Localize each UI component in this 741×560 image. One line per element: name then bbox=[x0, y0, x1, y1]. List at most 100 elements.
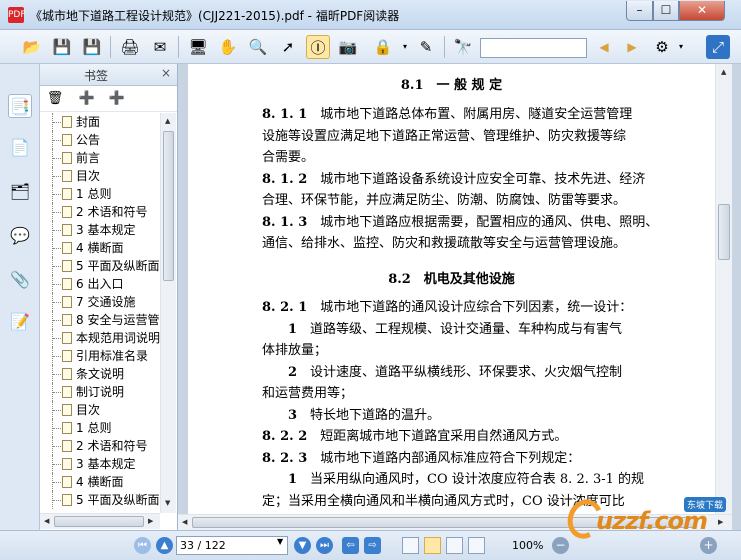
document-text-line: 8. 2. 1 城市地下道路的通风设计应综合下列因素，统一设计： bbox=[262, 297, 662, 319]
go-forward-icon[interactable]: ⇨ bbox=[364, 537, 381, 554]
bookmark-item[interactable]: 5 平面及纵断面 bbox=[40, 491, 160, 509]
print-icon[interactable]: 🖨 bbox=[118, 35, 142, 59]
save-icon[interactable]: 💾 bbox=[50, 35, 74, 59]
minimize-button[interactable]: – bbox=[626, 1, 653, 21]
scroll-left-icon[interactable]: ◀ bbox=[44, 517, 49, 525]
bookmark-item[interactable]: 2 术语和符号 bbox=[40, 203, 160, 221]
fullscreen-icon[interactable]: 🖥 bbox=[186, 35, 210, 59]
bookmark-item[interactable]: 3 基本规定 bbox=[40, 455, 160, 473]
bookmark-page-icon bbox=[62, 494, 72, 506]
bookmark-label: 前言 bbox=[76, 151, 101, 165]
title-bar: PDF 《城市地下道路工程设计规范》(CJJ221-2015).pdf - 福昕… bbox=[0, 0, 741, 30]
bookmarks-horizontal-scrollbar[interactable]: ◀ ▶ bbox=[40, 513, 160, 529]
document-view[interactable]: 8.1 一 般 规 定 8. 1. 1 城市地下道路总体布置、附属用房、隧道安全… bbox=[178, 64, 741, 530]
find-previous-icon[interactable]: ◀ bbox=[592, 35, 616, 59]
bookmark-item[interactable]: 封面 bbox=[40, 113, 160, 131]
hand-tool-icon[interactable]: ✋ bbox=[216, 35, 240, 59]
options-dropdown-icon[interactable]: ▾ bbox=[676, 35, 686, 59]
rms-lock-icon[interactable]: 🔒 bbox=[368, 35, 398, 59]
bookmark-item[interactable]: 公告 bbox=[40, 131, 160, 149]
select-tool-icon[interactable]: ➚ bbox=[276, 35, 300, 59]
bookmark-item[interactable]: 前言 bbox=[40, 149, 160, 167]
sign-icon[interactable]: ✎ bbox=[414, 35, 438, 59]
bookmark-item[interactable]: 3 基本规定 bbox=[40, 221, 160, 239]
page-number-input[interactable]: 33 / 122 bbox=[176, 536, 288, 555]
rms-dropdown-icon[interactable]: ▾ bbox=[400, 35, 410, 59]
bookmark-label: 1 总则 bbox=[76, 421, 112, 435]
pages-panel-icon[interactable]: 📄 bbox=[8, 136, 32, 160]
continuous-facing-view-icon[interactable] bbox=[468, 537, 485, 554]
search-input[interactable] bbox=[480, 38, 587, 58]
document-text-line: 和运营费用等； bbox=[262, 383, 662, 405]
clause-text: 设施等设置应满足地下道路正常运营、管理维护、防灾救援等综 bbox=[262, 128, 627, 144]
layers-panel-icon[interactable]: 🗂 bbox=[8, 180, 32, 204]
document-text-line: 体排放量； bbox=[262, 340, 662, 362]
next-page-icon[interactable]: ▼ bbox=[294, 537, 311, 554]
bookmark-label: 条文说明 bbox=[76, 367, 125, 381]
bookmark-page-icon bbox=[62, 314, 72, 326]
scroll-down-icon[interactable]: ▼ bbox=[165, 499, 170, 507]
attachments-panel-icon[interactable]: 📎 bbox=[8, 268, 32, 292]
bookmark-item[interactable]: 6 出入口 bbox=[40, 275, 160, 293]
email-icon[interactable]: ✉ bbox=[148, 35, 172, 59]
document-text-line: 合需要。 bbox=[262, 147, 662, 169]
minimize-ribbon-icon[interactable]: ⤢ bbox=[706, 35, 730, 59]
add-bookmark-icon[interactable]: ➕ bbox=[78, 90, 96, 108]
bookmark-item[interactable]: 条文说明 bbox=[40, 365, 160, 383]
bookmark-item[interactable]: 本规范用词说明 bbox=[40, 329, 160, 347]
snapshot-icon[interactable]: 📷 bbox=[336, 35, 360, 59]
bookmark-page-icon bbox=[62, 134, 72, 146]
clause-number: 8. 2. 2 bbox=[262, 429, 308, 444]
bookmark-item[interactable]: 4 横断面 bbox=[40, 473, 160, 491]
maximize-button[interactable]: ☐ bbox=[653, 1, 679, 21]
bookmark-item[interactable]: 目次 bbox=[40, 401, 160, 419]
zoom-tool-icon[interactable]: 🔍 bbox=[246, 35, 270, 59]
clause-text: 设计速度、道路平纵横线形、环保要求、火灾烟气控制 bbox=[297, 364, 623, 380]
bookmarks-vertical-scrollbar[interactable]: ▲ ▼ bbox=[160, 113, 176, 513]
zoom-level[interactable]: 100% bbox=[512, 539, 543, 552]
page-dropdown-icon[interactable]: ▼ bbox=[277, 537, 283, 546]
document-vertical-scrollbar[interactable]: ▲ ▼ bbox=[715, 64, 732, 514]
signatures-panel-icon[interactable]: 📝 bbox=[8, 310, 32, 334]
text-select-icon[interactable]: Ⓘ bbox=[306, 35, 330, 59]
single-page-view-icon[interactable] bbox=[402, 537, 419, 554]
bookmarks-hscroll-thumb[interactable] bbox=[54, 516, 144, 527]
scroll-up-icon[interactable]: ▲ bbox=[721, 68, 726, 76]
bookmark-item[interactable]: 8 安全与运营管 bbox=[40, 311, 160, 329]
comments-panel-icon[interactable]: 💬 bbox=[8, 224, 32, 248]
go-back-icon[interactable]: ⇦ bbox=[342, 537, 359, 554]
bookmark-page-icon bbox=[62, 368, 72, 380]
bookmark-item[interactable]: 2 术语和符号 bbox=[40, 437, 160, 455]
bookmark-page-icon bbox=[62, 152, 72, 164]
last-page-icon[interactable]: ⏭ bbox=[316, 537, 333, 554]
bookmark-item[interactable]: 制订说明 bbox=[40, 383, 160, 401]
open-icon[interactable]: 📂 bbox=[20, 35, 44, 59]
close-panel-icon[interactable]: × bbox=[161, 66, 171, 80]
find-next-icon[interactable]: ▶ bbox=[620, 35, 644, 59]
bookmark-label: 本规范用词说明 bbox=[76, 331, 160, 345]
find-binoculars-icon[interactable]: 🔭 bbox=[451, 35, 475, 59]
previous-page-icon[interactable]: ▲ bbox=[156, 537, 173, 554]
bookmark-label: 6 出入口 bbox=[76, 277, 124, 291]
scroll-up-icon[interactable]: ▲ bbox=[165, 117, 170, 125]
search-options-icon[interactable]: ⚙ bbox=[650, 35, 674, 59]
document-scroll-thumb[interactable] bbox=[718, 204, 730, 260]
close-button[interactable]: ✕ bbox=[679, 1, 725, 21]
scroll-left-icon[interactable]: ◀ bbox=[182, 518, 187, 526]
first-page-icon[interactable]: ⏮ bbox=[134, 537, 151, 554]
bookmark-item[interactable]: 引用标准名录 bbox=[40, 347, 160, 365]
bookmark-panel-icon[interactable]: 📑 bbox=[8, 94, 32, 118]
delete-bookmark-icon[interactable]: 🗑 bbox=[46, 90, 64, 108]
bookmark-item[interactable]: 5 平面及纵断面 bbox=[40, 257, 160, 275]
save-all-icon[interactable]: 💾 bbox=[80, 35, 104, 59]
facing-view-icon[interactable] bbox=[446, 537, 463, 554]
continuous-view-icon[interactable] bbox=[424, 537, 441, 554]
add-child-bookmark-icon[interactable]: ➕ bbox=[108, 90, 126, 108]
bookmark-item[interactable]: 1 总则 bbox=[40, 185, 160, 203]
scroll-right-icon[interactable]: ▶ bbox=[148, 517, 153, 525]
bookmark-item[interactable]: 4 横断面 bbox=[40, 239, 160, 257]
bookmark-item[interactable]: 目次 bbox=[40, 167, 160, 185]
bookmark-item[interactable]: 1 总则 bbox=[40, 419, 160, 437]
bookmarks-scroll-thumb[interactable] bbox=[163, 131, 174, 281]
bookmark-item[interactable]: 7 交通设施 bbox=[40, 293, 160, 311]
